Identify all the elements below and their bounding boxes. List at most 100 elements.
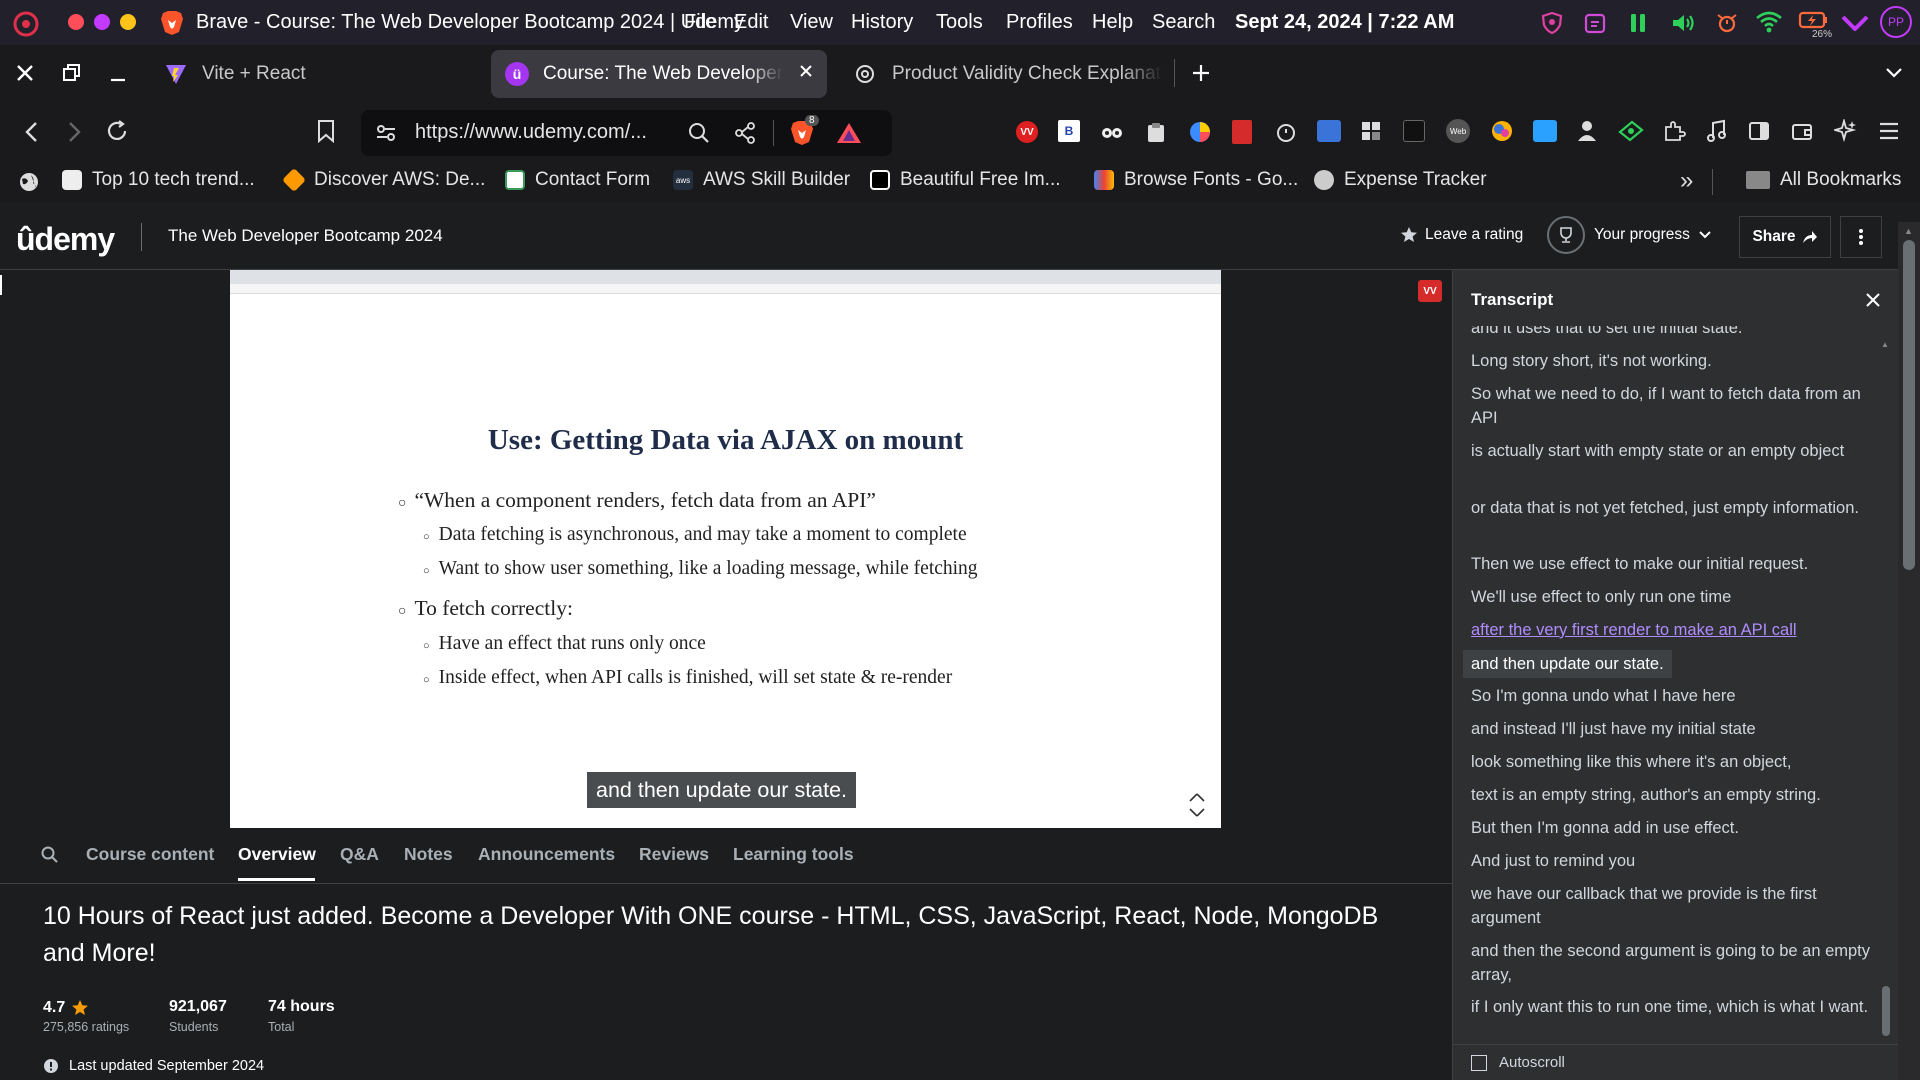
window-maximize-dot[interactable] xyxy=(120,14,136,30)
main-menu-icon[interactable] xyxy=(1878,121,1900,141)
share-icon[interactable] xyxy=(734,122,756,144)
extension-dark-icon[interactable] xyxy=(1403,120,1425,142)
extension-overlay-icon[interactable]: VV xyxy=(1418,280,1442,302)
menu-history[interactable]: History xyxy=(851,11,913,34)
restore-window-icon[interactable] xyxy=(62,63,82,83)
scroll-up-arrow-icon[interactable]: ▲ xyxy=(1904,226,1913,236)
autoscroll-toggle[interactable]: Autoscroll xyxy=(1471,1054,1565,1071)
page-scrollbar[interactable]: ▲ xyxy=(1898,222,1920,1080)
udemy-logo[interactable]: ûdemy xyxy=(16,221,115,258)
transcript-line[interactable]: We'll use effect to only run one time xyxy=(1471,585,1871,609)
bookmark-item[interactable]: Discover AWS: De... xyxy=(281,167,485,193)
media-music-icon[interactable] xyxy=(1705,119,1727,143)
bookmark-item[interactable]: Expense Tracker xyxy=(1314,169,1487,191)
raspberry-logo-icon[interactable] xyxy=(12,9,40,37)
bookmark-item[interactable]: Browse Fonts - Go... xyxy=(1094,169,1298,191)
transcript-line-hover[interactable]: after the very first render to make an A… xyxy=(1471,618,1871,642)
menu-edit[interactable]: Edit xyxy=(734,11,768,34)
notification-status-icon[interactable] xyxy=(1714,10,1740,36)
url-text[interactable]: https://www.udemy.com/... xyxy=(415,121,647,144)
extension-window-icon[interactable] xyxy=(1317,120,1341,142)
tab-notes[interactable]: Notes xyxy=(404,844,453,865)
transcript-line[interactable]: is actually start with empty state or an… xyxy=(1471,439,1871,463)
tab-list-chevron-icon[interactable] xyxy=(1884,65,1904,81)
window-close-dot[interactable] xyxy=(68,14,84,30)
leo-ai-icon[interactable] xyxy=(1834,119,1858,143)
transcript-line[interactable]: and it uses that to set the initial stat… xyxy=(1471,326,1871,340)
transcript-line[interactable]: look something like this where it's an o… xyxy=(1471,750,1871,774)
extension-wv-icon[interactable]: VV xyxy=(1016,121,1038,143)
bookmark-item[interactable]: Beautiful Free Im... xyxy=(870,169,1061,191)
extension-blue-icon[interactable] xyxy=(1533,120,1557,142)
close-transcript-icon[interactable] xyxy=(1865,292,1881,308)
search-icon[interactable] xyxy=(41,846,59,864)
tab-learning-tools[interactable]: Learning tools xyxy=(733,844,854,865)
forward-icon[interactable] xyxy=(64,121,84,143)
extension-colorful-icon[interactable] xyxy=(1490,119,1514,143)
extension-glasses-icon[interactable] xyxy=(1100,121,1124,143)
extension-book-icon[interactable] xyxy=(1232,120,1252,144)
page-scroll-thumb[interactable] xyxy=(1903,240,1915,570)
scroll-up-arrow-icon[interactable]: ▲ xyxy=(1881,340,1889,349)
bookmark-icon[interactable] xyxy=(316,119,336,143)
extension-person-icon[interactable] xyxy=(1576,119,1598,143)
extension-color-picker-icon[interactable] xyxy=(1188,120,1212,144)
more-options-button[interactable] xyxy=(1840,216,1882,258)
volume-status-icon[interactable] xyxy=(1670,11,1696,35)
tab-course-content[interactable]: Course content xyxy=(86,844,214,865)
extensions-puzzle-icon[interactable] xyxy=(1662,119,1686,143)
transcript-line[interactable]: if I only want this to run one time, whi… xyxy=(1471,995,1871,1019)
brave-rewards-icon[interactable] xyxy=(836,122,862,144)
chevron-heart-status-icon[interactable] xyxy=(1840,11,1870,35)
your-progress-button[interactable]: Your progress xyxy=(1547,216,1712,254)
transcript-list[interactable]: and it uses that to set the initial stat… xyxy=(1453,326,1883,1028)
menu-help[interactable]: Help xyxy=(1092,11,1133,34)
globe-icon[interactable] xyxy=(18,171,40,193)
extension-clipboard-icon[interactable] xyxy=(1145,121,1167,143)
new-tab-icon[interactable] xyxy=(1190,62,1212,84)
bookmarks-overflow-button[interactable]: » xyxy=(1680,167,1693,195)
expand-arrows-icon[interactable] xyxy=(1184,792,1210,818)
extension-alarm-icon[interactable] xyxy=(1274,120,1298,144)
battery-status-icon[interactable]: 26% xyxy=(1798,9,1832,40)
tab-vite-react[interactable]: Vite + React xyxy=(156,50,466,98)
menu-profiles[interactable]: Profiles xyxy=(1006,11,1073,34)
extension-grid-icon[interactable] xyxy=(1360,120,1382,142)
menu-view[interactable]: View xyxy=(790,11,833,34)
site-settings-icon[interactable] xyxy=(375,123,397,143)
tab-announcements[interactable]: Announcements xyxy=(478,844,615,865)
address-bar[interactable]: https://www.udemy.com/... 8 xyxy=(361,110,892,156)
profile-avatar[interactable]: PP xyxy=(1880,6,1912,38)
wifi-status-icon[interactable] xyxy=(1755,11,1783,33)
tab-overview[interactable]: Overview xyxy=(238,844,316,865)
transcript-line[interactable]: So what we need to do, if I want to fetc… xyxy=(1471,382,1871,430)
calendar-status-icon[interactable] xyxy=(1583,11,1607,35)
transcript-scrollbar[interactable]: ▲ xyxy=(1881,340,1891,1040)
transcript-line[interactable]: we have our callback that we provide is … xyxy=(1471,882,1871,930)
pause-status-icon[interactable] xyxy=(1626,11,1650,35)
transcript-line[interactable]: Long story short, it's not working. xyxy=(1471,349,1871,373)
transcript-line[interactable]: and instead I'll just have my initial st… xyxy=(1471,717,1871,741)
menu-file[interactable]: File xyxy=(684,11,716,34)
transcript-line[interactable]: and then the second argument is going to… xyxy=(1471,939,1871,987)
tab-close-icon[interactable] xyxy=(797,62,815,80)
bookmark-item[interactable]: Contact Form xyxy=(505,169,650,191)
transcript-line[interactable]: And just to remind you xyxy=(1471,849,1871,873)
datetime[interactable]: Sept 24, 2024 | 7:22 AM xyxy=(1235,11,1454,34)
course-title[interactable]: The Web Developer Bootcamp 2024 xyxy=(168,226,443,246)
back-icon[interactable] xyxy=(22,121,42,143)
wallet-icon[interactable] xyxy=(1791,120,1813,142)
extension-web-icon[interactable]: Web xyxy=(1446,119,1470,143)
tab-udemy-course[interactable]: ü Course: The Web Developer B xyxy=(491,50,827,98)
video-player[interactable]: Use: Getting Data via AJAX on mount ○ “Wh… xyxy=(0,270,1452,828)
bookmark-item[interactable]: Top 10 tech trend... xyxy=(62,169,255,191)
menu-search[interactable]: Search xyxy=(1152,11,1215,34)
transcript-scroll-thumb[interactable] xyxy=(1882,986,1890,1036)
transcript-line-current[interactable]: and then update our state. xyxy=(1463,650,1672,678)
tab-qa[interactable]: Q&A xyxy=(340,844,379,865)
minimize-window-icon[interactable] xyxy=(108,63,128,83)
window-minimize-dot[interactable] xyxy=(94,14,110,30)
autoscroll-checkbox[interactable] xyxy=(1471,1054,1487,1071)
transcript-line[interactable]: Then we use effect to make our initial r… xyxy=(1471,552,1871,576)
menu-tools[interactable]: Tools xyxy=(936,11,983,34)
